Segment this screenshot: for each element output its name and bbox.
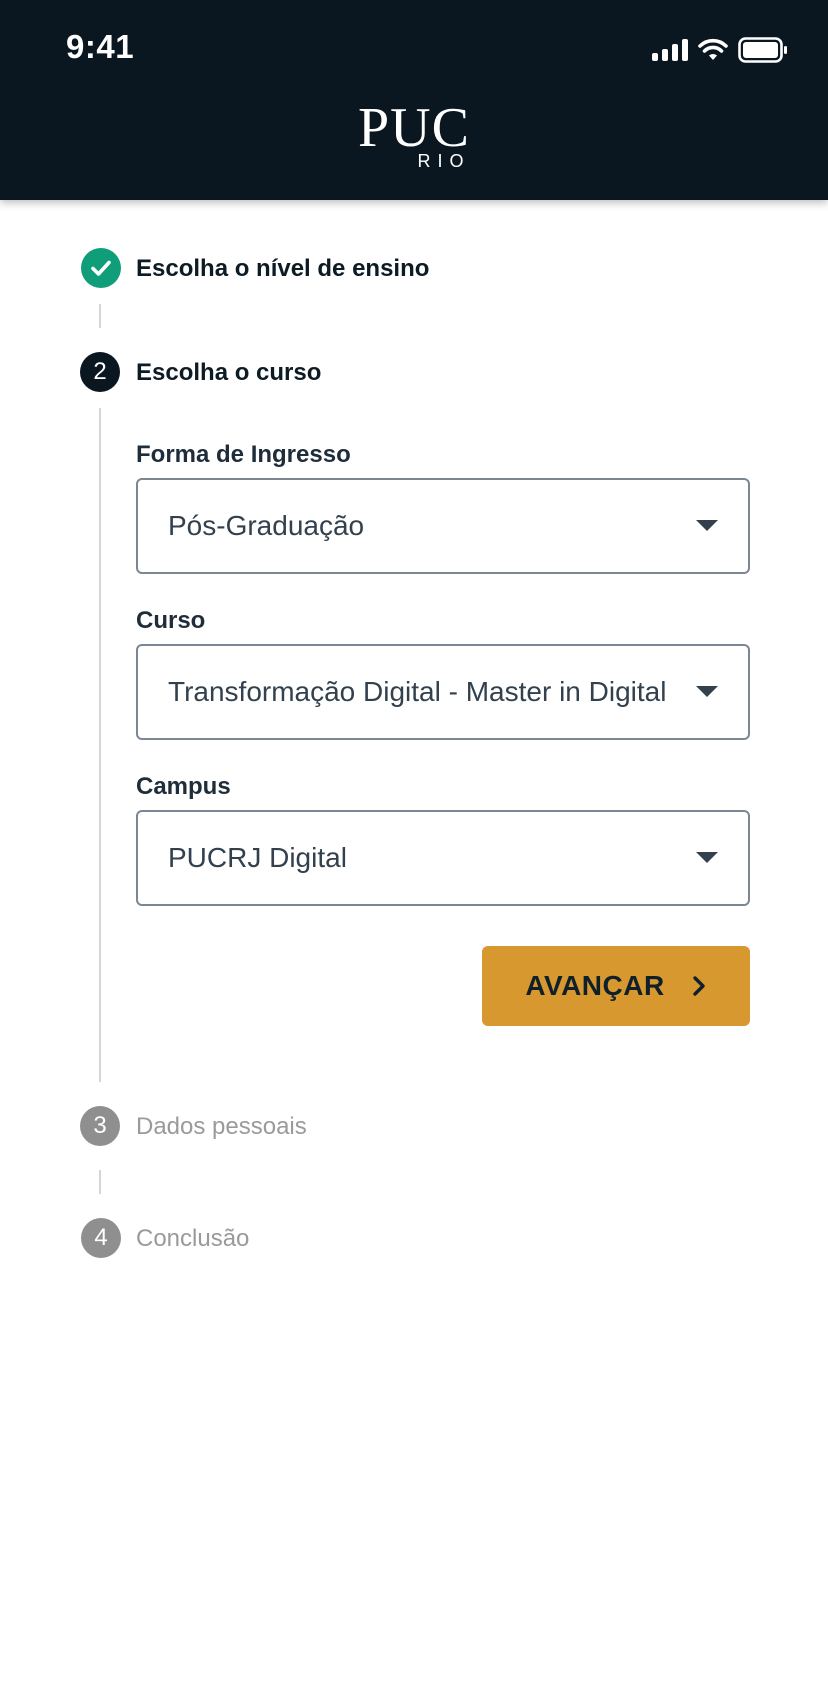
step-connector — [99, 408, 101, 1082]
step-connector — [99, 304, 101, 328]
app-header: 9:41 PUC RIO — [0, 0, 828, 200]
campus-label: Campus — [136, 773, 231, 800]
status-time: 9:41 — [66, 28, 135, 65]
chevron-down-icon — [696, 852, 718, 863]
chevron-down-icon — [696, 520, 718, 531]
curso-value: Transformação Digital - Master in Digita… — [168, 676, 667, 707]
step-1-title[interactable]: Escolha o nível de ensino — [136, 255, 429, 283]
ingresso-select[interactable]: Pós-Graduação — [136, 478, 750, 574]
chevron-right-icon — [692, 976, 705, 996]
advance-button[interactable]: AVANÇAR — [482, 946, 750, 1026]
step-3-title: Dados pessoais — [136, 1113, 307, 1140]
step-1-check-icon — [81, 248, 121, 288]
curso-select[interactable]: Transformação Digital - Master in Digita… — [136, 644, 750, 740]
step-2-number-badge: 2 — [80, 352, 120, 392]
wifi-icon — [698, 38, 728, 60]
chevron-down-icon — [696, 686, 718, 697]
cellular-signal-icon — [652, 39, 688, 61]
campus-select[interactable]: PUCRJ Digital — [136, 810, 750, 906]
ingresso-value: Pós-Graduação — [168, 510, 365, 541]
check-icon — [91, 260, 111, 276]
step-4-title: Conclusão — [136, 1225, 250, 1252]
battery-icon — [738, 37, 787, 63]
status-icons — [652, 36, 788, 64]
step-2-title: Escolha o curso — [136, 359, 322, 386]
step-4-number-badge: 4 — [81, 1218, 121, 1258]
step-3-number-badge: 3 — [80, 1106, 120, 1146]
advance-button-label: AVANÇAR — [525, 970, 665, 1001]
logo-main-text: PUC — [358, 97, 470, 159]
puc-rio-logo: PUC RIO — [0, 100, 828, 170]
ingresso-label: Forma de Ingresso — [136, 441, 351, 468]
curso-label: Curso — [136, 607, 206, 634]
step-connector — [99, 1170, 101, 1194]
campus-value: PUCRJ Digital — [168, 842, 347, 873]
